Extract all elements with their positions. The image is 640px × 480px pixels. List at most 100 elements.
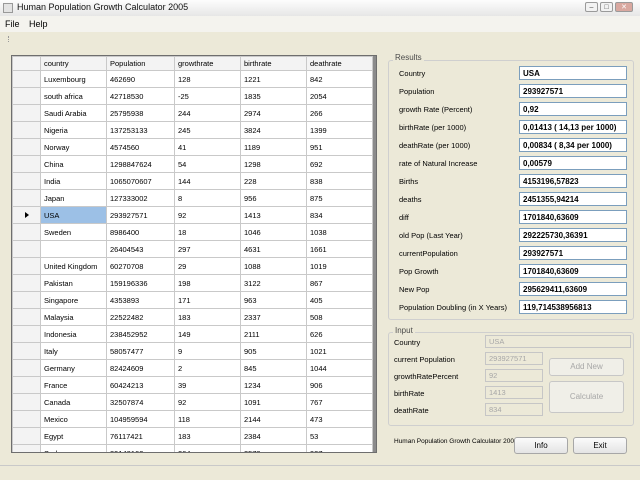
cell-country[interactable]: Sweden [40,223,107,241]
cell-country[interactable]: Malaysia [40,308,107,326]
cell-country[interactable]: Canada [40,393,107,411]
cell-birthrate[interactable]: 2111 [240,325,307,343]
cell-country[interactable]: Indonesia [40,325,107,343]
cell-birthrate[interactable]: 956 [240,189,307,207]
cell-country[interactable]: Nigeria [40,121,107,139]
column-header-deathrate[interactable]: deathrate [306,56,373,71]
info-button[interactable]: Info [514,437,568,454]
maximize-button[interactable]: □ [600,2,613,12]
cell-birthrate[interactable]: 1088 [240,257,307,275]
cell-growthrate[interactable]: 264 [174,444,241,452]
row-header[interactable] [12,257,41,275]
cell-birthrate[interactable]: 4631 [240,240,307,258]
row-header[interactable] [12,70,41,88]
table-row[interactable]: Nigeria 137253133 245 3824 1399 [12,121,373,139]
cell-birthrate[interactable]: 1298 [240,155,307,173]
exit-button[interactable]: Exit [573,437,627,454]
cell-deathrate[interactable]: 875 [306,189,373,207]
cell-growthrate[interactable]: 128 [174,70,241,88]
cell-growthrate[interactable]: 8 [174,189,241,207]
cell-population[interactable]: 22522482 [106,308,175,326]
table-row[interactable]: United Kingdom 60270708 29 1088 1019 [12,257,373,275]
cell-deathrate[interactable]: 266 [306,104,373,122]
cell-growthrate[interactable]: 92 [174,206,241,224]
row-header[interactable] [12,376,41,394]
result-value[interactable]: 0,00579 [519,156,627,170]
cell-country[interactable]: United Kingdom [40,257,107,275]
input-birth-rate-field[interactable]: 1413 [485,386,543,399]
column-header-country[interactable]: country [40,56,107,71]
cell-population[interactable]: 42718530 [106,87,175,105]
cell-population[interactable]: 127333002 [106,189,175,207]
cell-growthrate[interactable]: 183 [174,308,241,326]
row-header[interactable] [12,189,41,207]
cell-population[interactable]: 293927571 [106,206,175,224]
table-row[interactable]: Saudi Arabia 25795938 244 2974 266 [12,104,373,122]
close-button[interactable]: ✕ [615,2,633,12]
column-header-population[interactable]: Population [106,56,175,71]
row-header[interactable] [12,393,41,411]
column-header-growthrate[interactable]: growthrate [174,56,241,71]
cell-growthrate[interactable]: 118 [174,410,241,428]
table-row[interactable]: India 1065070607 144 228 838 [12,172,373,190]
table-row[interactable]: France 60424213 39 1234 906 [12,376,373,394]
result-value[interactable]: 1701840,63609 [519,264,627,278]
cell-deathrate[interactable]: 508 [306,308,373,326]
cell-population[interactable]: 32507874 [106,393,175,411]
cell-growthrate[interactable]: 198 [174,274,241,292]
row-header[interactable] [12,172,41,190]
cell-birthrate[interactable]: 2974 [240,104,307,122]
table-row[interactable]: USA 293927571 92 1413 834 [12,206,373,224]
table-row[interactable]: Luxembourg 462690 128 1221 842 [12,70,373,88]
table-row[interactable]: Norway 4574560 41 1189 951 [12,138,373,156]
cell-population[interactable]: 25795938 [106,104,175,122]
table-row[interactable]: Mexico 104959594 118 2144 473 [12,410,373,428]
cell-country[interactable]: India [40,172,107,190]
cell-population[interactable]: 60424213 [106,376,175,394]
table-row[interactable]: Pakistan 159196336 198 3122 867 [12,274,373,292]
cell-growthrate[interactable]: 9 [174,342,241,360]
cell-birthrate[interactable]: 1189 [240,138,307,156]
cell-country[interactable]: Luxembourg [40,70,107,88]
cell-deathrate[interactable]: 767 [306,393,373,411]
cell-population[interactable]: 4574560 [106,138,175,156]
table-row[interactable]: 26404543 297 4631 1661 [12,240,373,258]
cell-deathrate[interactable]: 867 [306,274,373,292]
row-header[interactable] [12,410,41,428]
cell-country[interactable]: France [40,376,107,394]
cell-birthrate[interactable]: 845 [240,359,307,377]
cell-deathrate[interactable]: 906 [306,376,373,394]
cell-growthrate[interactable]: 29 [174,257,241,275]
cell-country[interactable]: Mexico [40,410,107,428]
cell-population[interactable]: 26404543 [106,240,175,258]
cell-population[interactable]: 60270708 [106,257,175,275]
row-header[interactable] [12,444,41,452]
cell-population[interactable]: 1065070607 [106,172,175,190]
cell-population[interactable]: 8986400 [106,223,175,241]
cell-growthrate[interactable]: 39 [174,376,241,394]
cell-growthrate[interactable]: 92 [174,393,241,411]
cell-growthrate[interactable]: 244 [174,104,241,122]
row-header[interactable] [12,427,41,445]
cell-deathrate[interactable]: 1044 [306,359,373,377]
cell-deathrate[interactable]: 2054 [306,87,373,105]
row-header[interactable] [12,104,41,122]
cell-country[interactable]: Italy [40,342,107,360]
table-row[interactable]: Malaysia 22522482 183 2337 508 [12,308,373,326]
cell-deathrate[interactable]: 1661 [306,240,373,258]
cell-country[interactable]: Pakistan [40,274,107,292]
cell-growthrate[interactable]: 18 [174,223,241,241]
result-value[interactable]: 119,714538956813 [519,300,627,314]
row-header[interactable] [12,206,41,224]
minimize-button[interactable]: – [585,2,598,12]
cell-growthrate[interactable]: 144 [174,172,241,190]
cell-population[interactable]: 137253133 [106,121,175,139]
result-value[interactable]: 293927571 [519,84,627,98]
cell-growthrate[interactable]: 41 [174,138,241,156]
table-row[interactable]: south africa 42718530 -25 1835 2054 [12,87,373,105]
cell-deathrate[interactable]: 842 [306,70,373,88]
cell-country[interactable]: Japan [40,189,107,207]
cell-population[interactable]: 104959594 [106,410,175,428]
country-data-grid[interactable]: country Population growthrate birthrate … [11,55,377,453]
cell-population[interactable]: 1298847624 [106,155,175,173]
